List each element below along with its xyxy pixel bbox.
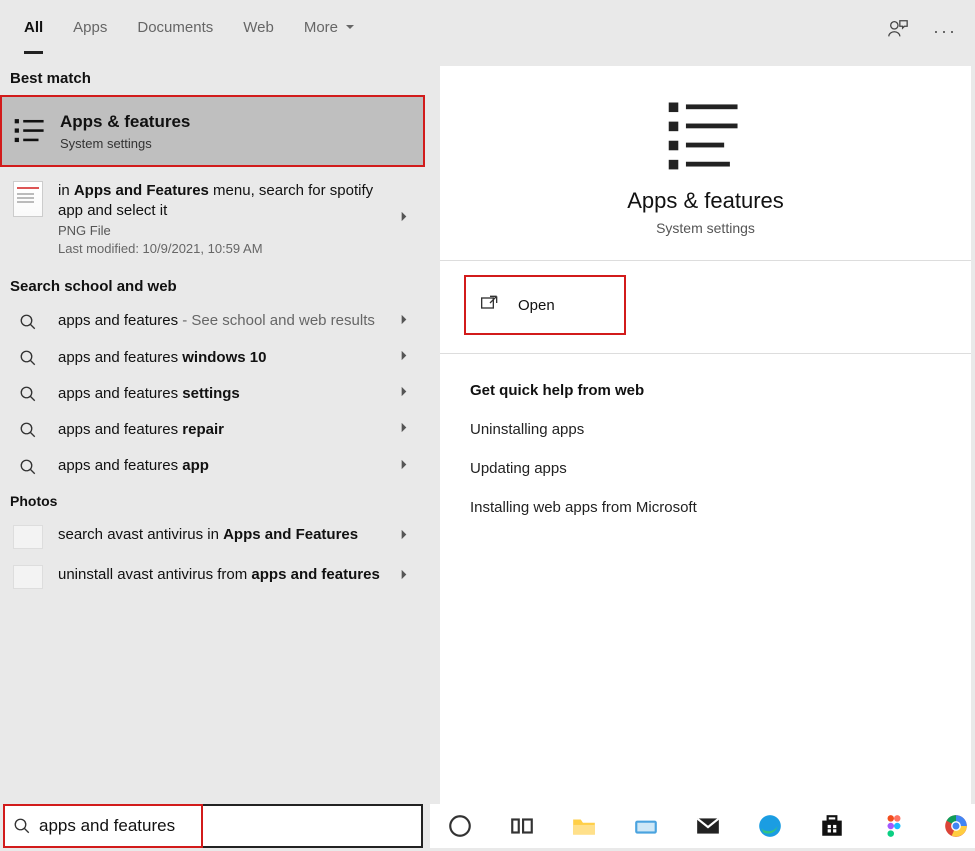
search-input[interactable] <box>39 816 421 836</box>
help-link-uninstalling[interactable]: Uninstalling apps <box>470 421 941 438</box>
tab-all[interactable]: All <box>24 9 43 54</box>
tab-documents[interactable]: Documents <box>137 9 213 54</box>
taskbar-taskview-icon[interactable] <box>506 810 538 842</box>
result-title: Apps & features <box>60 111 385 134</box>
result-file-type: PNG File <box>58 223 387 238</box>
chevron-right-icon <box>397 421 411 440</box>
taskbar-file-explorer-icon[interactable] <box>568 810 600 842</box>
taskbar-cortana-icon[interactable] <box>444 810 476 842</box>
result-apps-and-features[interactable]: Apps & features System settings <box>0 95 425 167</box>
taskbar-edge-icon[interactable] <box>754 810 786 842</box>
section-school-web: Search school and web <box>0 270 425 303</box>
chevron-right-icon <box>397 348 411 367</box>
settings-list-icon <box>12 114 48 148</box>
tab-web[interactable]: Web <box>243 9 274 54</box>
detail-title: Apps & features <box>470 188 941 214</box>
chevron-down-icon <box>344 21 356 33</box>
web-result-repair[interactable]: apps and features repair <box>0 412 425 448</box>
taskbar-store-icon[interactable] <box>816 810 848 842</box>
chevron-right-icon <box>397 209 411 228</box>
overflow-menu-icon[interactable]: ··· <box>933 21 957 42</box>
tab-more-label: More <box>304 19 338 36</box>
tab-apps[interactable]: Apps <box>73 9 107 54</box>
open-icon <box>480 294 500 317</box>
web-result-see-results[interactable]: apps and features - See school and web r… <box>0 303 425 339</box>
help-link-installing[interactable]: Installing web apps from Microsoft <box>470 499 941 516</box>
result-title: uninstall avast antivirus from apps and … <box>58 565 387 585</box>
filter-tabs-bar: All Apps Documents Web More ··· <box>0 0 975 62</box>
search-icon <box>10 458 46 476</box>
tab-more[interactable]: More <box>304 9 356 54</box>
search-icon <box>5 817 39 835</box>
photo-result-1[interactable]: search avast antivirus in Apps and Featu… <box>0 517 425 557</box>
open-button[interactable]: Open <box>464 275 626 335</box>
result-title: apps and features - See school and web r… <box>58 311 387 331</box>
taskbar-chrome-icon[interactable] <box>940 810 972 842</box>
chevron-right-icon <box>397 312 411 331</box>
result-file-modified: Last modified: 10/9/2021, 10:59 AM <box>58 241 387 256</box>
photo-thumbnail-icon <box>10 565 46 589</box>
web-result-windows10[interactable]: apps and features windows 10 <box>0 340 425 376</box>
search-icon <box>10 421 46 439</box>
taskbar-figma-icon[interactable] <box>878 810 910 842</box>
taskbar <box>430 804 975 848</box>
chevron-right-icon <box>397 527 411 546</box>
result-title: apps and features windows 10 <box>58 348 387 368</box>
taskbar-keyboard-icon[interactable] <box>630 810 662 842</box>
help-link-updating[interactable]: Updating apps <box>470 460 941 477</box>
result-title: apps and features app <box>58 456 387 476</box>
search-bar <box>3 804 423 848</box>
file-thumbnail-icon <box>10 181 46 217</box>
chevron-right-icon <box>397 457 411 476</box>
result-subtitle: System settings <box>60 136 385 151</box>
result-title: search avast antivirus in Apps and Featu… <box>58 525 387 545</box>
results-panel: Best match Apps & features System settin… <box>0 62 425 851</box>
result-title: in Apps and Features menu, search for sp… <box>58 181 387 222</box>
search-icon <box>10 313 46 331</box>
search-icon <box>10 349 46 367</box>
chevron-right-icon <box>397 385 411 404</box>
result-file-png[interactable]: in Apps and Features menu, search for sp… <box>0 167 425 271</box>
feedback-icon[interactable] <box>887 18 909 45</box>
taskbar-mail-icon[interactable] <box>692 810 724 842</box>
chevron-right-icon <box>397 567 411 586</box>
web-result-settings[interactable]: apps and features settings <box>0 376 425 412</box>
section-best-match: Best match <box>0 62 425 95</box>
detail-subtitle: System settings <box>470 220 941 236</box>
open-label: Open <box>518 297 555 314</box>
photo-result-2[interactable]: uninstall avast antivirus from apps and … <box>0 557 425 597</box>
result-title: apps and features repair <box>58 420 387 440</box>
search-icon <box>10 385 46 403</box>
section-photos: Photos <box>0 485 425 517</box>
web-result-app[interactable]: apps and features app <box>0 448 425 484</box>
result-title: apps and features settings <box>58 384 387 404</box>
photo-thumbnail-icon <box>10 525 46 549</box>
detail-panel: Apps & features System settings Open Get… <box>440 66 971 847</box>
app-large-icon <box>470 96 941 174</box>
help-header: Get quick help from web <box>470 382 941 399</box>
